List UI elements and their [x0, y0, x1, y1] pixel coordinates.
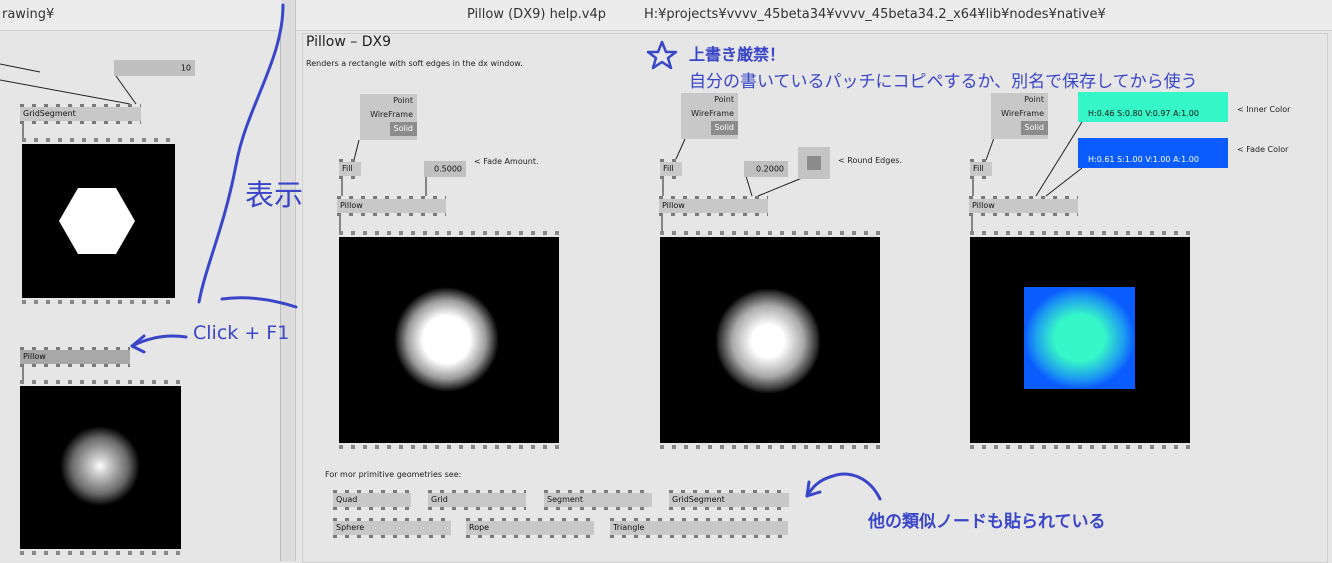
annotation-click-f1: Click + F1	[193, 322, 290, 344]
annotation-warning-body: 自分の書いているパッチにコピペするか、別名で保存してから使う	[689, 72, 1198, 92]
annotation-hyouji: 表示	[245, 178, 304, 212]
annotation-warning-title: 上書き厳禁！	[689, 45, 786, 64]
star-icon	[646, 40, 678, 70]
annotation-similar-nodes: 他の類似ノードも貼られている	[868, 512, 1106, 532]
